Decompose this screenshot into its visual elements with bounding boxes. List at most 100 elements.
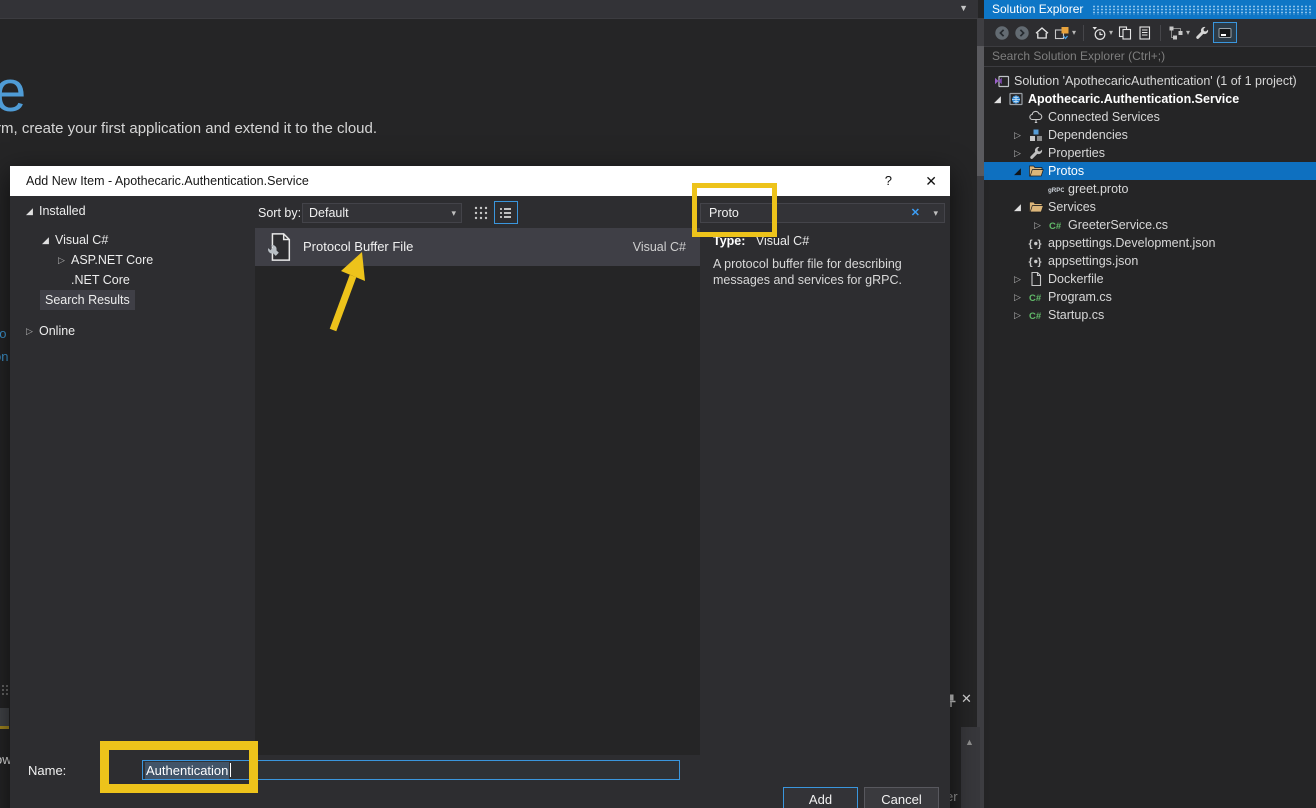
solution-tree-item-properties[interactable]: ▷Properties: [984, 144, 1316, 162]
solution-icon: [994, 73, 1012, 89]
solution-tree-item-connected-services[interactable]: Connected Services: [984, 108, 1316, 126]
document-scrollbar[interactable]: [977, 18, 984, 808]
clipped-toolbar-icon: [0, 708, 9, 729]
folder-open-icon: [1028, 199, 1046, 215]
clear-search-icon[interactable]: ✕: [911, 204, 920, 222]
chevron-down-icon[interactable]: ▾: [1109, 28, 1113, 37]
template-search-input[interactable]: Proto ✕ ▾: [700, 203, 945, 223]
cancel-button[interactable]: Cancel: [864, 787, 939, 808]
expand-collapse-icon[interactable]: ▷: [56, 251, 71, 269]
sort-by-label: Sort by:: [258, 206, 301, 220]
list-view-button[interactable]: [494, 201, 518, 224]
expand-collapse-icon[interactable]: ▷: [1012, 130, 1028, 141]
chevron-down-icon: ▾: [451, 204, 456, 222]
tree-item-label: Program.cs: [1048, 290, 1112, 304]
toolwindow-scrollbar[interactable]: ▲: [961, 727, 980, 808]
filter-icon[interactable]: [1090, 24, 1108, 42]
toolbar-separator: [1160, 25, 1161, 41]
expand-collapse-icon[interactable]: ▷: [1032, 220, 1048, 231]
json-icon: {}: [1028, 235, 1046, 251]
type-label: Type:: [713, 234, 745, 248]
tree-item-label: greet.proto: [1068, 182, 1128, 196]
solution-tree-item-startup-cs[interactable]: ▷C#Startup.cs: [984, 306, 1316, 324]
start-page-link-fragment[interactable]: on: [0, 349, 8, 364]
template-language: Visual C#: [633, 228, 686, 266]
template-list: Protocol Buffer File Visual C#: [255, 228, 700, 755]
solution-explorer-toolbar: ▾ ▾ ▾: [984, 19, 1316, 46]
template-search-value: Proto: [709, 206, 739, 220]
expand-collapse-icon[interactable]: ◢: [24, 202, 39, 220]
solution-tree-item-apothecaric-authentication-service[interactable]: ◢Apothecaric.Authentication.Service: [984, 90, 1316, 108]
category-item-installed[interactable]: ◢Installed: [10, 202, 254, 220]
category-item-online[interactable]: ▷Online: [10, 322, 254, 340]
tab-list-dropdown-icon[interactable]: ▼: [959, 3, 968, 13]
expand-collapse-icon[interactable]: ▷: [1012, 274, 1028, 285]
solution-tree-item-services[interactable]: ◢Services: [984, 198, 1316, 216]
switch-views-icon[interactable]: [1053, 24, 1071, 42]
expand-collapse-icon[interactable]: ▷: [24, 322, 39, 340]
expand-collapse-icon[interactable]: ▷: [1012, 292, 1028, 303]
sort-by-dropdown[interactable]: Default ▾: [302, 203, 462, 223]
forward-icon[interactable]: [1013, 24, 1031, 42]
home-icon[interactable]: [1033, 24, 1051, 42]
back-icon[interactable]: [993, 24, 1011, 42]
template-item-protocol-buffer-file[interactable]: Protocol Buffer File Visual C#: [255, 228, 700, 266]
solution-tree-item-appsettings-development-json[interactable]: {}appsettings.Development.json: [984, 234, 1316, 252]
solution-hierarchy-icon[interactable]: [1167, 24, 1185, 42]
chevron-down-icon[interactable]: ▾: [1072, 28, 1076, 37]
tree-item-label: appsettings.json: [1048, 254, 1138, 268]
solution-explorer-header[interactable]: Solution Explorer: [984, 0, 1316, 19]
tree-item-label: Solution 'ApothecaricAuthentication' (1 …: [1014, 74, 1297, 88]
solution-tree-item-program-cs[interactable]: ▷C#Program.cs: [984, 288, 1316, 306]
expand-collapse-icon[interactable]: ▷: [1012, 148, 1028, 159]
chevron-down-icon[interactable]: ▾: [1186, 28, 1190, 37]
name-input-selected-text: Authentication: [145, 762, 229, 779]
sync-active-document-icon[interactable]: [1116, 24, 1134, 42]
expand-collapse-icon[interactable]: ◢: [1012, 202, 1028, 213]
tree-item-label: Connected Services: [1048, 110, 1160, 124]
expand-collapse-icon[interactable]: ◢: [1012, 166, 1028, 177]
dialog-title: Add New Item - Apothecaric.Authenticatio…: [26, 166, 309, 196]
protocol-buffer-file-icon: [265, 232, 293, 262]
csharp-icon: C#: [1048, 217, 1066, 233]
solution-explorer-search[interactable]: Search Solution Explorer (Ctrl+;): [984, 46, 1316, 67]
preview-selected-items-icon[interactable]: [1213, 22, 1237, 43]
chevron-down-icon[interactable]: ▾: [933, 204, 938, 222]
solution-tree-item-greeterservice-cs[interactable]: ▷C#GreeterService.cs: [984, 216, 1316, 234]
expand-collapse-icon[interactable]: ◢: [40, 231, 55, 249]
name-input[interactable]: Authentication: [142, 760, 680, 780]
expand-collapse-icon[interactable]: ▷: [1012, 310, 1028, 321]
solution-tree-item-protos[interactable]: ◢Protos: [984, 162, 1316, 180]
toolbar-separator: [1083, 25, 1084, 41]
type-value: Visual C#: [756, 234, 809, 248]
toolwindow-close-icon[interactable]: ✕: [961, 691, 972, 707]
start-page-link-fragment[interactable]: do: [0, 326, 6, 341]
solution-explorer-panel: Solution Explorer ▾ ▾ ▾ Search Solution Ex…: [984, 0, 1316, 808]
category-item-search-results[interactable]: Search Results: [10, 291, 254, 309]
medium-icons-view-button[interactable]: [470, 202, 491, 223]
dependencies-icon: [1028, 127, 1046, 143]
scrollbar-thumb[interactable]: [977, 46, 984, 176]
collapse-all-icon[interactable]: [1136, 24, 1154, 42]
category-item-net-core[interactable]: .NET Core: [10, 271, 254, 289]
properties-icon[interactable]: [1193, 24, 1211, 42]
close-icon[interactable]: ✕: [925, 166, 937, 196]
text-cursor: [230, 763, 231, 777]
help-icon[interactable]: ?: [885, 166, 892, 196]
solution-tree-item-greet-proto[interactable]: gRPCgreet.proto: [984, 180, 1316, 198]
header-grip-dots: [1092, 5, 1311, 15]
scroll-up-icon[interactable]: ▲: [965, 737, 974, 747]
solution-tree-item-appsettings-json[interactable]: {}appsettings.json: [984, 252, 1316, 270]
solution-tree-item-dependencies[interactable]: ▷Dependencies: [984, 126, 1316, 144]
list-view-icon: [498, 205, 514, 221]
solution-tree-item-dockerfile[interactable]: ▷Dockerfile: [984, 270, 1316, 288]
add-button[interactable]: Add: [783, 787, 858, 808]
tree-item-label: appsettings.Development.json: [1048, 236, 1215, 250]
category-item-visual-c[interactable]: ◢Visual C#: [10, 231, 254, 249]
solution-tree-item-solution-apothecaricauthentication-1-of-1-project[interactable]: Solution 'ApothecaricAuthentication' (1 …: [984, 72, 1316, 90]
grid-view-icon: [473, 205, 489, 221]
category-item-asp-net-core[interactable]: ▷ASP.NET Core: [10, 251, 254, 269]
expand-collapse-icon[interactable]: ◢: [992, 94, 1008, 105]
dialog-titlebar[interactable]: Add New Item - Apothecaric.Authenticatio…: [10, 166, 950, 196]
json-icon: {}: [1028, 253, 1046, 269]
